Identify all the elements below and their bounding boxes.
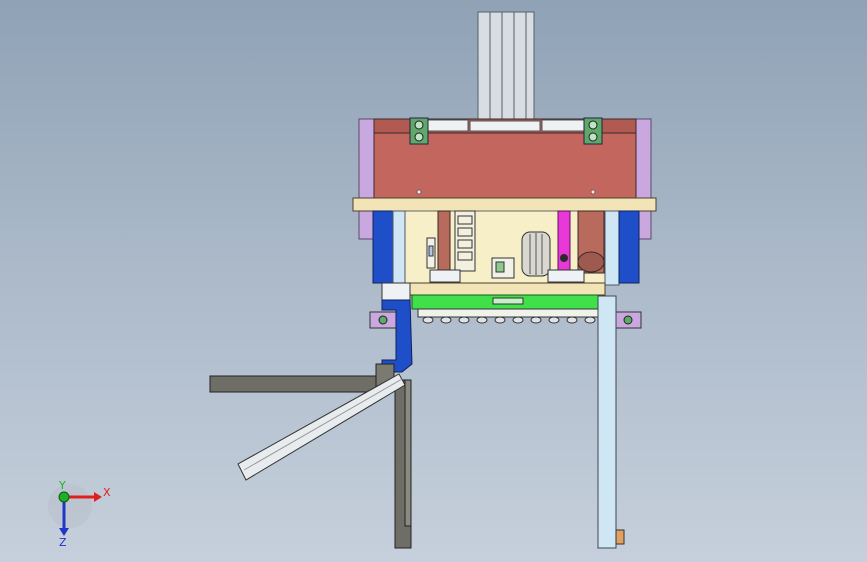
left-blue-column <box>372 210 394 284</box>
blue-arm <box>381 299 413 373</box>
horizontal-dark-arm <box>209 375 387 393</box>
brown-roller <box>577 210 605 274</box>
guide-block-left <box>429 269 461 283</box>
right-light-column <box>604 210 620 286</box>
roller-wheel <box>521 231 551 277</box>
y-axis-dot <box>58 491 70 503</box>
x-axis-label: X <box>103 486 111 499</box>
right-side-bracket <box>614 311 642 329</box>
left-side-bracket <box>369 311 397 329</box>
sensor-unit <box>426 237 436 269</box>
suction-cups-row <box>417 308 599 324</box>
left-clamp-block <box>409 117 429 145</box>
right-white-leg <box>597 295 617 549</box>
x-axis-arrow <box>94 492 102 502</box>
right-clamp-block <box>583 117 603 145</box>
top-guide-rods <box>477 11 535 125</box>
z-axis-label: Z <box>59 536 67 549</box>
lower-cream-plate <box>404 282 606 296</box>
cream-cross-plate <box>352 197 657 212</box>
right-blue-column <box>618 210 640 284</box>
green-bar-slot <box>492 297 524 305</box>
z-axis-arrow <box>59 528 69 536</box>
right-leg-foot <box>615 529 625 545</box>
y-axis-label: Y <box>58 479 66 492</box>
left-leg-inner <box>404 379 412 527</box>
left-light-column <box>392 210 406 286</box>
left-brown-strip <box>437 210 451 274</box>
magenta-slide-pin <box>560 254 568 262</box>
guide-block-right <box>547 269 585 283</box>
center-bracket <box>491 257 515 279</box>
axis-triad: X Y Z <box>48 479 111 549</box>
cable-chain <box>454 210 476 272</box>
cad-viewport[interactable]: X Y Z <box>0 0 867 562</box>
